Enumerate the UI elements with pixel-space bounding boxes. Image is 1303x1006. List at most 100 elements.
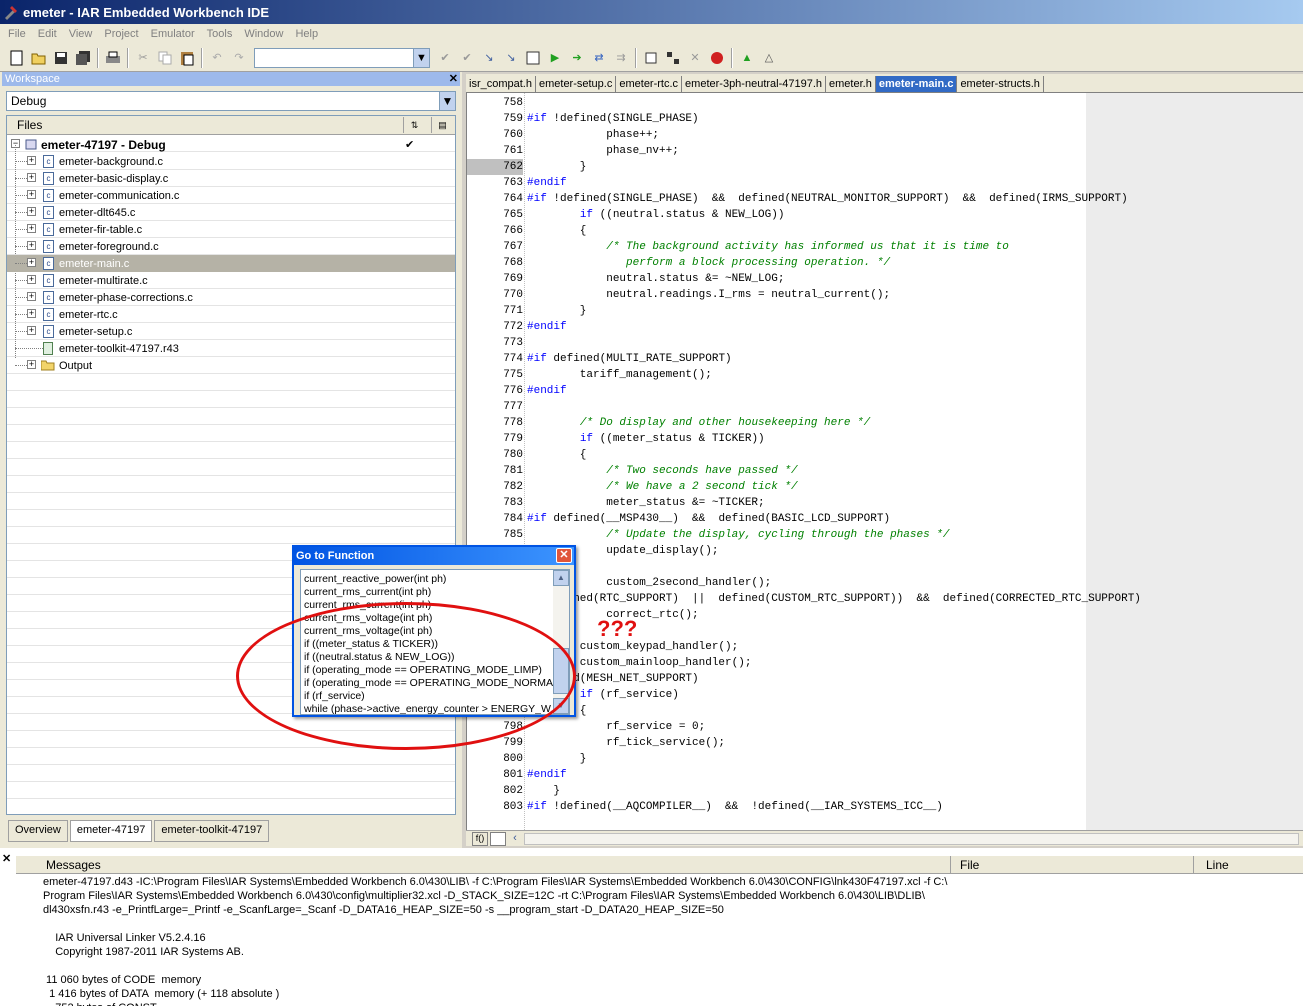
code-line[interactable]: 758	[467, 95, 1303, 111]
code-line[interactable]: 775 tariff_management();	[467, 367, 1303, 383]
code-line[interactable]: 779 if ((meter_status & TICKER))	[467, 431, 1303, 447]
redo-icon[interactable]: ↷	[228, 47, 250, 69]
tree-project-row[interactable]: − emeter-47197 - Debug ✔	[7, 136, 455, 153]
tab-emeter-toolkit-47197[interactable]: emeter-toolkit-47197	[154, 820, 270, 842]
message-line[interactable]: IAR Universal Linker V5.2.4.16	[43, 932, 205, 944]
menu-project[interactable]: Project	[98, 28, 144, 40]
code-line[interactable]: 799 rf_tick_service();	[467, 735, 1303, 751]
code-line[interactable]: 767 /* The background activity has infor…	[467, 239, 1303, 255]
find-icon[interactable]: ✔	[434, 47, 456, 69]
editor-tab[interactable]: emeter-rtc.c	[616, 76, 683, 92]
code-line[interactable]: 764 #if !defined(SINGLE_PHASE) && defined…	[467, 191, 1303, 207]
expand-icon[interactable]: +	[27, 241, 36, 250]
expand-icon[interactable]: +	[27, 309, 36, 318]
menu-help[interactable]: Help	[289, 28, 324, 40]
tree-file-row[interactable]: + c emeter-phase-corrections.c	[7, 289, 455, 306]
code-line[interactable]: 760 phase++;	[467, 127, 1303, 143]
save-icon[interactable]	[50, 47, 72, 69]
sort-icon[interactable]: ⇅	[403, 117, 425, 133]
message-line[interactable]: Copyright 1987-2011 IAR Systems AB.	[43, 946, 244, 958]
tree-file-row[interactable]: + c emeter-rtc.c	[7, 306, 455, 323]
expand-icon[interactable]: +	[27, 173, 36, 182]
debug-without-download-icon[interactable]: △	[758, 47, 780, 69]
editor-tab[interactable]: emeter-3ph-neutral-47197.h	[682, 76, 827, 92]
tree-file-row[interactable]: + c emeter-foreground.c	[7, 238, 455, 255]
close-icon[interactable]: ✕	[449, 72, 458, 86]
message-line[interactable]: 1 416 bytes of DATA memory (+ 118 absolu…	[43, 988, 279, 1000]
code-line[interactable]: custom_2second_handler();	[467, 575, 1303, 591]
chevron-down-icon[interactable]: ▼	[413, 48, 429, 67]
tree-file-row[interactable]: + c emeter-setup.c	[7, 323, 455, 340]
next-bookmark-icon[interactable]: ➔	[566, 47, 588, 69]
toggle-view-icon[interactable]	[490, 832, 506, 846]
expand-icon[interactable]: +	[27, 326, 36, 335]
editor-tab[interactable]: emeter.h	[826, 76, 876, 92]
expand-icon[interactable]: +	[27, 224, 36, 233]
messages-column[interactable]: Messages	[46, 858, 101, 872]
tree-file-row[interactable]: emeter-toolkit-47197.r43	[7, 340, 455, 357]
menu-window[interactable]: Window	[238, 28, 289, 40]
configuration-select[interactable]: Debug ▼	[6, 91, 456, 111]
tree-file-row[interactable]: + c emeter-dlt645.c	[7, 204, 455, 221]
tree-file-row[interactable]: + c emeter-basic-display.c	[7, 170, 455, 187]
code-line[interactable]: 802 }	[467, 783, 1303, 799]
code-line[interactable]: 769 neutral.status &= ~NEW_LOG;	[467, 271, 1303, 287]
message-line[interactable]: 752 bytes of CONST	[43, 1002, 157, 1006]
tree-file-row[interactable]: + c emeter-main.c	[7, 255, 455, 272]
code-line[interactable]: 759 #if !defined(SINGLE_PHASE)	[467, 111, 1303, 127]
code-line[interactable]: 777	[467, 399, 1303, 415]
code-line[interactable]: 797 {	[467, 703, 1303, 719]
expand-icon[interactable]: +	[27, 292, 36, 301]
code-line[interactable]: 800 }	[467, 751, 1303, 767]
message-line[interactable]: Program Files\IAR Systems\Embedded Workb…	[43, 890, 925, 902]
navigate-forward-icon[interactable]: ⇉	[610, 47, 632, 69]
code-editor[interactable]: 758 759 #if !defined(SINGLE_PHASE) 760 phas…	[466, 93, 1303, 830]
toggle-bookmark-icon[interactable]: ▶	[544, 47, 566, 69]
paste-icon[interactable]	[176, 47, 198, 69]
menu-edit[interactable]: Edit	[32, 28, 63, 40]
tree-file-row[interactable]: + c emeter-multirate.c	[7, 272, 455, 289]
code-line[interactable]: 801 #endif	[467, 767, 1303, 783]
tab-emeter-47197[interactable]: emeter-47197	[69, 820, 153, 842]
scroll-up-icon[interactable]: ▲	[553, 570, 569, 586]
close-icon[interactable]: ✕	[556, 548, 572, 563]
download-debug-icon[interactable]: ▲	[736, 47, 758, 69]
chevron-left-icon[interactable]: ‹	[508, 832, 522, 846]
function-browser-icon[interactable]: f()	[472, 832, 488, 846]
code-line[interactable]	[467, 559, 1303, 575]
code-line[interactable]: 776 #endif	[467, 383, 1303, 399]
save-all-icon[interactable]	[72, 47, 94, 69]
find-next-icon[interactable]: ✔	[456, 47, 478, 69]
code-line[interactable]: 784 #if defined(__MSP430__) && defined(BA…	[467, 511, 1303, 527]
code-line[interactable]: 803 #if !defined(__AQCOMPILER__) && !defi…	[467, 799, 1303, 815]
print-icon[interactable]	[102, 47, 124, 69]
code-line[interactable]: correct_rtc();	[467, 607, 1303, 623]
code-line[interactable]: custom_keypad_handler();	[467, 639, 1303, 655]
editor-tab[interactable]: emeter-structs.h	[957, 76, 1044, 92]
code-line[interactable]: 766 {	[467, 223, 1303, 239]
breakpoint-icon[interactable]	[706, 47, 728, 69]
code-line[interactable]: 774 #if defined(MULTI_RATE_SUPPORT)	[467, 351, 1303, 367]
code-line[interactable]: 772 #endif	[467, 319, 1303, 335]
code-line[interactable]	[467, 623, 1303, 639]
find-prev-icon[interactable]: ↘	[478, 47, 500, 69]
replace-icon[interactable]: ↘	[500, 47, 522, 69]
undo-icon[interactable]: ↶	[206, 47, 228, 69]
find-combo[interactable]: ▼	[254, 47, 430, 68]
tree-file-row[interactable]: + c emeter-communication.c	[7, 187, 455, 204]
code-line[interactable]: 773	[467, 335, 1303, 351]
code-line[interactable]: 765 if ((neutral.status & NEW_LOG))	[467, 207, 1303, 223]
code-line[interactable]: if (rf_service)	[467, 687, 1303, 703]
scrollbar-track[interactable]	[524, 833, 1299, 845]
file-column[interactable]: File	[960, 858, 979, 872]
copy-icon[interactable]	[154, 47, 176, 69]
code-line[interactable]: update_display();	[467, 543, 1303, 559]
menu-tools[interactable]: Tools	[201, 28, 239, 40]
expand-icon[interactable]: +	[27, 258, 36, 267]
code-line[interactable]: 771 }	[467, 303, 1303, 319]
message-line[interactable]: emeter-47197.d43 -IC:\Program Files\IAR …	[43, 876, 947, 888]
menu-file[interactable]: File	[2, 28, 32, 40]
tree-file-row[interactable]: + c emeter-background.c	[7, 153, 455, 170]
stop-build-icon[interactable]: ✕	[684, 47, 706, 69]
code-line[interactable]: 762 }	[467, 159, 1303, 175]
